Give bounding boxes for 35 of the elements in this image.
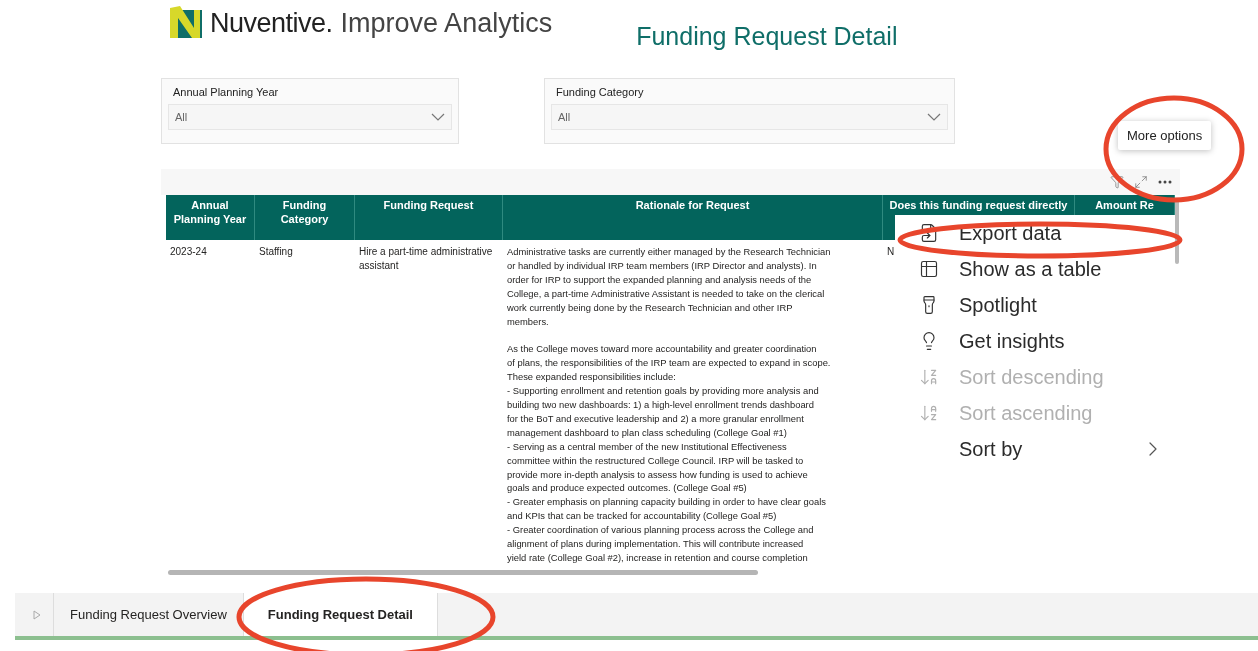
document-icon [919,223,939,243]
more-options-icon[interactable] [1158,180,1172,184]
menu-item[interactable]: Get insights [895,323,1175,359]
chevron-down-icon [927,113,941,121]
table-cell: 2023-24 [170,245,207,259]
column-header: Funding Request [355,195,503,240]
filter-icon[interactable] [1110,175,1124,189]
logo-icon [170,6,204,40]
table-cell: Administrative tasks are currently either managed by the Research Technician or handled by individual IRP team members (IRP Director and analysts). In order for IRP to support the expanded planning and analysis needs of the College, a part-time Administrative Assistant is needed to take on the clerical work currently being done by the Research Technician and other IRP members. As the College moves toward more accountability and greater coordination of plans, the responsibilities of the IRP team are expected to expand in scope. These expanded responsibilities include: - Supporting enrollment and retention goals by providing more analysis and building two new dashboards: 1) a high-level enrollment trends dashboard for the BoT and executive leadership and 2) a more granular enrollment management dashboard to plan class scheduling (College Goal #1) - Serving as a central member of the new Institutional Effectiveness committee within the restructured College Council. IRP will be tasked to provide more in-depth analysis to assess how funding is used to achieve goals and produce expected outcomes. (College Goal #5) - Greater emphasis on planning capacity building in order to have clear goals and KPIs that can be tracked for accountability (College Goal #5) - Greater coordination of various planning process across the College and alignment of plans during implementation. This will contribute increased yield rate (College Goal #2), increase in retention and course completion [507,245,831,565]
menu-item[interactable]: Spotlight [895,287,1175,323]
dropdown-field[interactable]: All [551,104,948,130]
table-cell-text: Hire a part-time administrative assistant [359,245,494,273]
table-cell: Staffing [259,245,293,259]
menu-item[interactable]: Show as a table [895,251,1175,287]
table-cell: N [887,245,895,259]
brand-name: Nuventive. [210,7,333,39]
sort-icon [919,367,939,387]
focus-mode-icon[interactable] [1134,175,1148,189]
tooltip: More options [1118,121,1212,150]
menu-item[interactable]: Sort by [895,431,1175,467]
tab-scroll-icon[interactable] [33,609,41,620]
product-name: Improve Analytics [340,7,553,39]
filter-label: Funding Category [556,86,645,98]
page-tab[interactable]: Funding Request Detail [242,593,438,636]
dropdown-field[interactable]: All [168,104,452,130]
chevron-down-icon [431,113,445,121]
page-tab[interactable]: Funding Request Overview [53,593,243,636]
page-title: Funding Request Detail [636,22,898,51]
column-header: Funding Category [255,195,355,240]
horizontal-scrollbar[interactable] [168,570,758,575]
column-header: Annual Planning Year [166,195,255,240]
sort-icon [919,403,939,423]
filter-label: Annual Planning Year [173,86,280,98]
column-header: Rationale for Request [503,195,883,240]
table-icon [919,259,939,279]
